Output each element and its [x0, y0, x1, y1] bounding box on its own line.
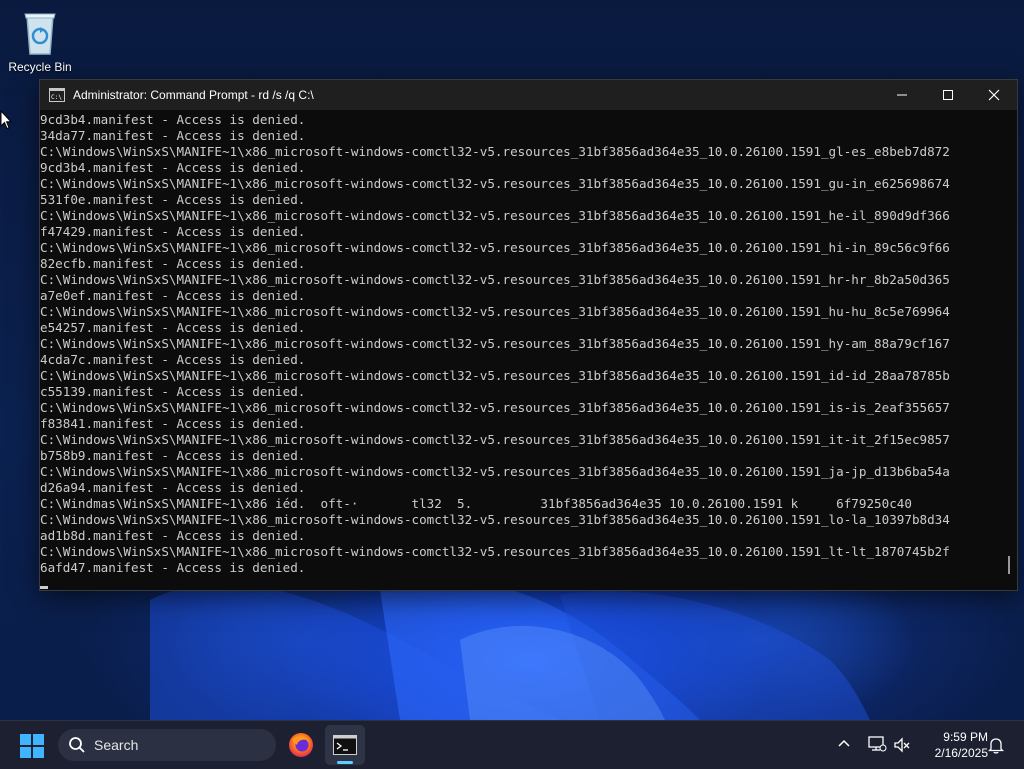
console-line: C:\Windows\WinSxS\MANIFE~1\x86_microsoft…	[40, 240, 950, 255]
mouse-cursor-icon	[0, 109, 13, 134]
console-line: 9cd3b4.manifest - Access is denied.	[40, 112, 306, 127]
console-line: C:\Windows\WinSxS\MANIFE~1\x86_microsoft…	[40, 144, 950, 159]
console-line: C:\Windows\WinSxS\MANIFE~1\x86_microsoft…	[40, 464, 950, 479]
console-line: C:\Windows\WinSxS\MANIFE~1\x86_microsoft…	[40, 272, 950, 287]
notification-bell-icon[interactable]	[988, 736, 1004, 754]
command-prompt-window[interactable]: C:\ Administrator: Command Prompt - rd /…	[39, 79, 1018, 591]
close-icon	[988, 89, 1000, 101]
taskbar: Search 9:59 PM 2/16/2025	[0, 720, 1024, 769]
console-line: f47429.manifest - Access is denied.	[40, 224, 306, 239]
console-line: 4cda7c.manifest - Access is denied.	[40, 352, 306, 367]
console-line: C:\Windows\WinSxS\MANIFE~1\x86_microsoft…	[40, 432, 950, 447]
console-line: C:\Windmas\WinSxS\MANIFE~1\x86 iéd. oft-…	[40, 496, 912, 511]
console-line: c55139.manifest - Access is denied.	[40, 384, 306, 399]
console-line: C:\Windows\WinSxS\MANIFE~1\x86_microsoft…	[40, 304, 950, 319]
maximize-button[interactable]	[925, 80, 971, 110]
firefox-icon[interactable]	[288, 732, 314, 758]
console-output[interactable]: 9cd3b4.manifest - Access is denied. 34da…	[40, 110, 1001, 590]
console-line: C:\Windows\WinSxS\MANIFE~1\x86_microsoft…	[40, 400, 950, 415]
recycle-bin[interactable]: Recycle Bin	[6, 6, 74, 74]
recycle-bin-label: Recycle Bin	[8, 60, 72, 74]
vertical-scrollbar[interactable]	[1001, 110, 1017, 590]
clock-time: 9:59 PM	[943, 730, 988, 744]
text-cursor	[40, 586, 48, 589]
console-line: d26a94.manifest - Access is denied.	[40, 480, 306, 495]
start-button[interactable]	[20, 734, 44, 758]
console-line: 6afd47.manifest - Access is denied.	[40, 560, 306, 575]
console-line: 82ecfb.manifest - Access is denied.	[40, 256, 306, 271]
minimize-button[interactable]	[879, 80, 925, 110]
minimize-icon	[897, 94, 907, 96]
close-button[interactable]	[971, 80, 1017, 110]
console-line: 9cd3b4.manifest - Access is denied.	[40, 160, 306, 175]
console-line: 531f0e.manifest - Access is denied.	[40, 192, 306, 207]
taskbar-command-prompt[interactable]	[325, 725, 365, 765]
console-text: 9cd3b4.manifest - Access is denied. 34da…	[40, 110, 1001, 576]
chevron-up-icon[interactable]	[836, 736, 852, 752]
window-title: Administrator: Command Prompt - rd /s /q…	[73, 88, 314, 102]
window-titlebar[interactable]: C:\ Administrator: Command Prompt - rd /…	[40, 80, 1017, 110]
console-line: b758b9.manifest - Access is denied.	[40, 448, 306, 463]
console-line: C:\Windows\WinSxS\MANIFE~1\x86_microsoft…	[40, 544, 950, 559]
console-line: C:\Windows\WinSxS\MANIFE~1\x86_microsoft…	[40, 368, 950, 383]
running-indicator	[337, 761, 353, 764]
svg-text:C:\: C:\	[51, 94, 62, 101]
system-clock[interactable]: 9:59 PM 2/16/2025	[918, 729, 988, 761]
console-line: e54257.manifest - Access is denied.	[40, 320, 306, 335]
console-line: f83841.manifest - Access is denied.	[40, 416, 306, 431]
command-prompt-icon: C:\	[49, 88, 65, 102]
scrollbar-thumb[interactable]	[1008, 556, 1010, 574]
maximize-icon	[943, 90, 953, 100]
command-prompt-taskbar-icon	[333, 735, 357, 755]
console-line: C:\Windows\WinSxS\MANIFE~1\x86_microsoft…	[40, 336, 950, 351]
network-icon[interactable]	[867, 735, 887, 753]
volume-muted-icon[interactable]	[893, 736, 911, 754]
console-line: C:\Windows\WinSxS\MANIFE~1\x86_microsoft…	[40, 512, 950, 527]
console-line: ad1b8d.manifest - Access is denied.	[40, 528, 306, 543]
search-icon	[69, 737, 85, 753]
search-placeholder: Search	[94, 737, 139, 753]
console-line: 34da77.manifest - Access is denied.	[40, 128, 306, 143]
taskbar-search[interactable]: Search	[58, 729, 276, 761]
console-line: C:\Windows\WinSxS\MANIFE~1\x86_microsoft…	[40, 208, 950, 223]
console-line: a7e0ef.manifest - Access is denied.	[40, 288, 306, 303]
recycle-bin-icon	[19, 8, 61, 56]
clock-date: 2/16/2025	[934, 746, 988, 760]
console-line: C:\Windows\WinSxS\MANIFE~1\x86_microsoft…	[40, 176, 950, 191]
